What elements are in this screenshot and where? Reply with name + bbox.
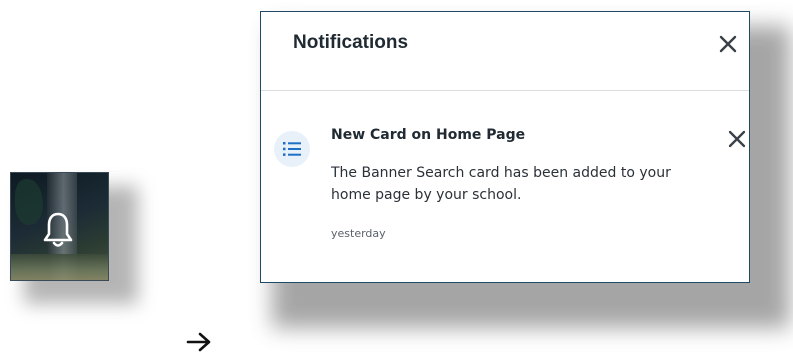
- notification-title: New Card on Home Page: [331, 127, 526, 143]
- dismiss-notification-button[interactable]: [727, 129, 747, 149]
- notification-timestamp: yesterday: [331, 227, 386, 240]
- background-ground: [11, 254, 108, 280]
- panel-title: Notifications: [293, 32, 409, 53]
- close-panel-button[interactable]: [717, 33, 739, 55]
- arrow-right-icon: [186, 332, 211, 352]
- list-icon: [283, 142, 301, 156]
- header-divider: [261, 90, 749, 91]
- panel-header: Notifications: [261, 12, 749, 90]
- background-foliage: [15, 179, 43, 225]
- notification-body: The Banner Search card has been added to…: [331, 165, 671, 203]
- bell-icon: [43, 212, 73, 247]
- notification-type-badge: [274, 131, 310, 167]
- notification-bell-button[interactable]: [10, 172, 109, 281]
- notifications-panel: Notifications New Card on Home Page The …: [260, 11, 750, 283]
- notification-item[interactable]: New Card on Home Page The Banner Search …: [261, 92, 749, 242]
